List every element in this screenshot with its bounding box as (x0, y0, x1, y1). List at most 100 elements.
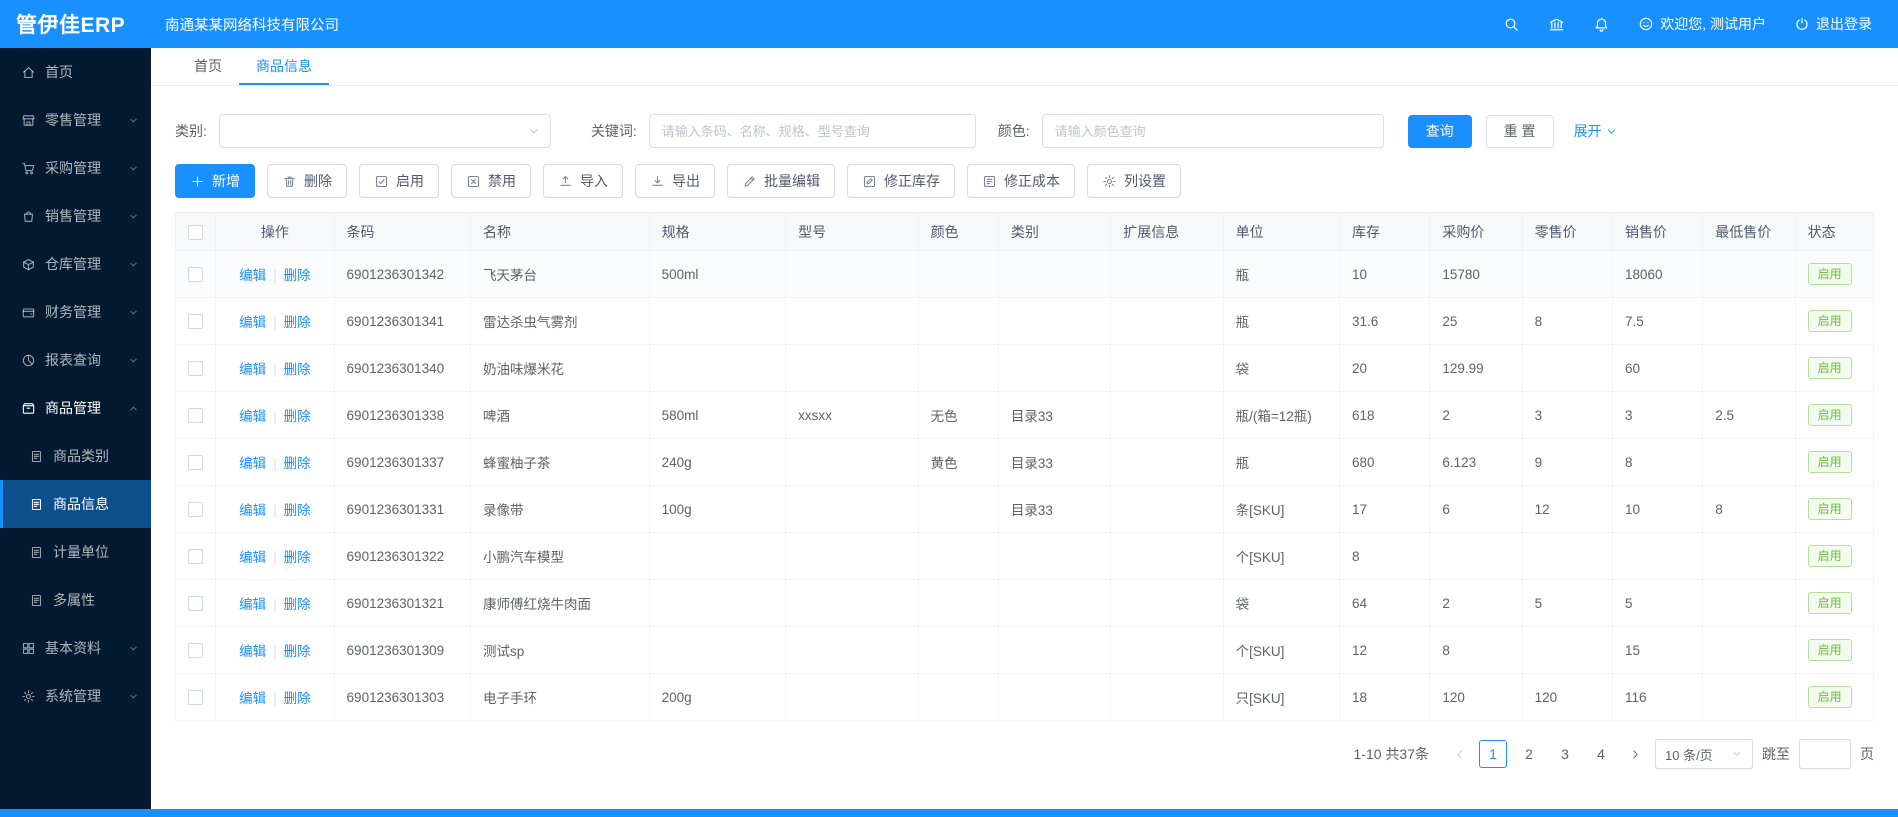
delete-link[interactable]: 删除 (284, 691, 311, 706)
delete-link[interactable]: 删除 (284, 644, 311, 659)
color-input[interactable] (1042, 114, 1384, 148)
export-button[interactable]: 导出 (635, 164, 715, 198)
bank-icon[interactable] (1548, 16, 1565, 33)
row-checkbox[interactable] (188, 361, 203, 376)
toolbar: 新增删除启用禁用导入导出批量编辑修正库存修正成本列设置 (175, 164, 1874, 198)
delete-link[interactable]: 删除 (284, 315, 311, 330)
page-button-3[interactable]: 3 (1551, 740, 1579, 768)
row-checkbox[interactable] (188, 502, 203, 517)
edit-link[interactable]: 编辑 (239, 550, 266, 565)
sidebar-item-basic-data[interactable]: 基本资料 (0, 624, 151, 672)
product-row: 编辑|删除6901236301341雷达杀虫气雾剂瓶31.62587.5启用 (176, 298, 1874, 345)
page-button-4[interactable]: 4 (1587, 740, 1615, 768)
sidebar-item-purchase-mgmt[interactable]: 采购管理 (0, 144, 151, 192)
reset-button[interactable]: 重 置 (1486, 115, 1554, 148)
sidebar-item-goods-category[interactable]: 商品类别 (0, 432, 151, 480)
keyword-input[interactable] (649, 114, 976, 148)
cell-stock: 20 (1340, 345, 1430, 392)
fix-stock-button[interactable]: 修正库存 (847, 164, 955, 198)
edit-link[interactable]: 编辑 (239, 268, 266, 283)
page-size-select[interactable]: 10 条/页 (1655, 739, 1753, 769)
search-icon[interactable] (1503, 16, 1520, 33)
tab-home[interactable]: 首页 (177, 48, 239, 85)
page-button-2[interactable]: 2 (1515, 740, 1543, 768)
row-checkbox[interactable] (188, 314, 203, 329)
delete-link[interactable]: 删除 (284, 550, 311, 565)
cell-status: 启用 (1795, 580, 1873, 627)
cell-spec (649, 627, 785, 674)
import-button[interactable]: 导入 (543, 164, 623, 198)
row-checkbox[interactable] (188, 267, 203, 282)
add-button[interactable]: 新增 (175, 164, 255, 198)
col-header-name: 名称 (471, 213, 650, 251)
cell-status: 启用 (1795, 392, 1873, 439)
sidebar-item-warehouse-mgmt[interactable]: 仓库管理 (0, 240, 151, 288)
op-cell: 编辑|删除 (216, 392, 334, 439)
delete-link[interactable]: 删除 (284, 409, 311, 424)
delete-link[interactable]: 删除 (284, 597, 311, 612)
shop-icon (21, 113, 36, 128)
delete-link[interactable]: 删除 (284, 456, 311, 471)
sidebar-item-goods-info[interactable]: 商品信息 (0, 480, 151, 528)
op-cell: 编辑|删除 (216, 580, 334, 627)
keyword-label: 关键词: (591, 121, 637, 141)
prev-page-button[interactable] (1448, 740, 1470, 768)
row-checkbox[interactable] (188, 596, 203, 611)
sidebar-item-retail-mgmt[interactable]: 零售管理 (0, 96, 151, 144)
row-checkbox[interactable] (188, 455, 203, 470)
sidebar-item-home[interactable]: 首页 (0, 48, 151, 96)
sidebar-item-sales-mgmt[interactable]: 销售管理 (0, 192, 151, 240)
row-checkbox[interactable] (188, 549, 203, 564)
cell-sale: 10 (1612, 486, 1702, 533)
cell-category (998, 298, 1110, 345)
select-all-checkbox[interactable] (188, 225, 203, 240)
edit-link[interactable]: 编辑 (239, 644, 266, 659)
row-checkbox[interactable] (188, 643, 203, 658)
next-page-button[interactable] (1624, 740, 1646, 768)
sidebar-item-report-query[interactable]: 报表查询 (0, 336, 151, 384)
delete-link[interactable]: 删除 (284, 268, 311, 283)
expand-link[interactable]: 展开 (1574, 121, 1618, 141)
logout-button[interactable]: 退出登录 (1794, 14, 1872, 34)
cell-retail: 120 (1522, 674, 1612, 721)
edit-link[interactable]: 编辑 (239, 315, 266, 330)
edit-link[interactable]: 编辑 (239, 456, 266, 471)
col-header-purchase: 采购价 (1430, 213, 1522, 251)
category-label: 类别: (175, 121, 207, 141)
row-checkbox[interactable] (188, 408, 203, 423)
chevron-down-icon (128, 307, 139, 318)
home-icon (21, 65, 36, 80)
edit-link[interactable]: 编辑 (239, 597, 266, 612)
tab-goods-info[interactable]: 商品信息 (239, 48, 329, 85)
enable-button[interactable]: 启用 (359, 164, 439, 198)
products-table: 操作条码名称规格型号颜色类别扩展信息单位库存采购价零售价销售价最低售价状态 编辑… (175, 212, 1874, 721)
delete-button[interactable]: 删除 (267, 164, 347, 198)
welcome-user[interactable]: 欢迎您, 测试用户 (1638, 14, 1766, 34)
jump-page-input[interactable] (1799, 739, 1851, 769)
delete-link[interactable]: 删除 (284, 503, 311, 518)
sidebar-item-system-mgmt[interactable]: 系统管理 (0, 672, 151, 720)
column-settings-button[interactable]: 列设置 (1087, 164, 1181, 198)
cell-category: 目录33 (998, 486, 1110, 533)
search-button[interactable]: 查询 (1408, 115, 1472, 148)
cell-ext (1111, 674, 1223, 721)
fix-cost-button[interactable]: 修正成本 (967, 164, 1075, 198)
edit-link[interactable]: 编辑 (239, 362, 266, 377)
sidebar-item-finance-mgmt[interactable]: 财务管理 (0, 288, 151, 336)
sidebar-item-goods-mgmt[interactable]: 商品管理 (0, 384, 151, 432)
cell-sale (1612, 533, 1702, 580)
bell-icon[interactable] (1593, 16, 1610, 33)
sidebar-item-multi-attribute[interactable]: 多属性 (0, 576, 151, 624)
sidebar-item-measure-unit[interactable]: 计量单位 (0, 528, 151, 576)
category-select[interactable] (219, 114, 551, 148)
page-button-1[interactable]: 1 (1479, 740, 1507, 768)
sidebar-item-label: 商品信息 (53, 494, 109, 514)
gear-icon (1102, 174, 1117, 189)
edit-link[interactable]: 编辑 (239, 409, 266, 424)
disable-button[interactable]: 禁用 (451, 164, 531, 198)
edit-link[interactable]: 编辑 (239, 691, 266, 706)
delete-link[interactable]: 删除 (284, 362, 311, 377)
row-checkbox[interactable] (188, 690, 203, 705)
batch-edit-button[interactable]: 批量编辑 (727, 164, 835, 198)
edit-link[interactable]: 编辑 (239, 503, 266, 518)
